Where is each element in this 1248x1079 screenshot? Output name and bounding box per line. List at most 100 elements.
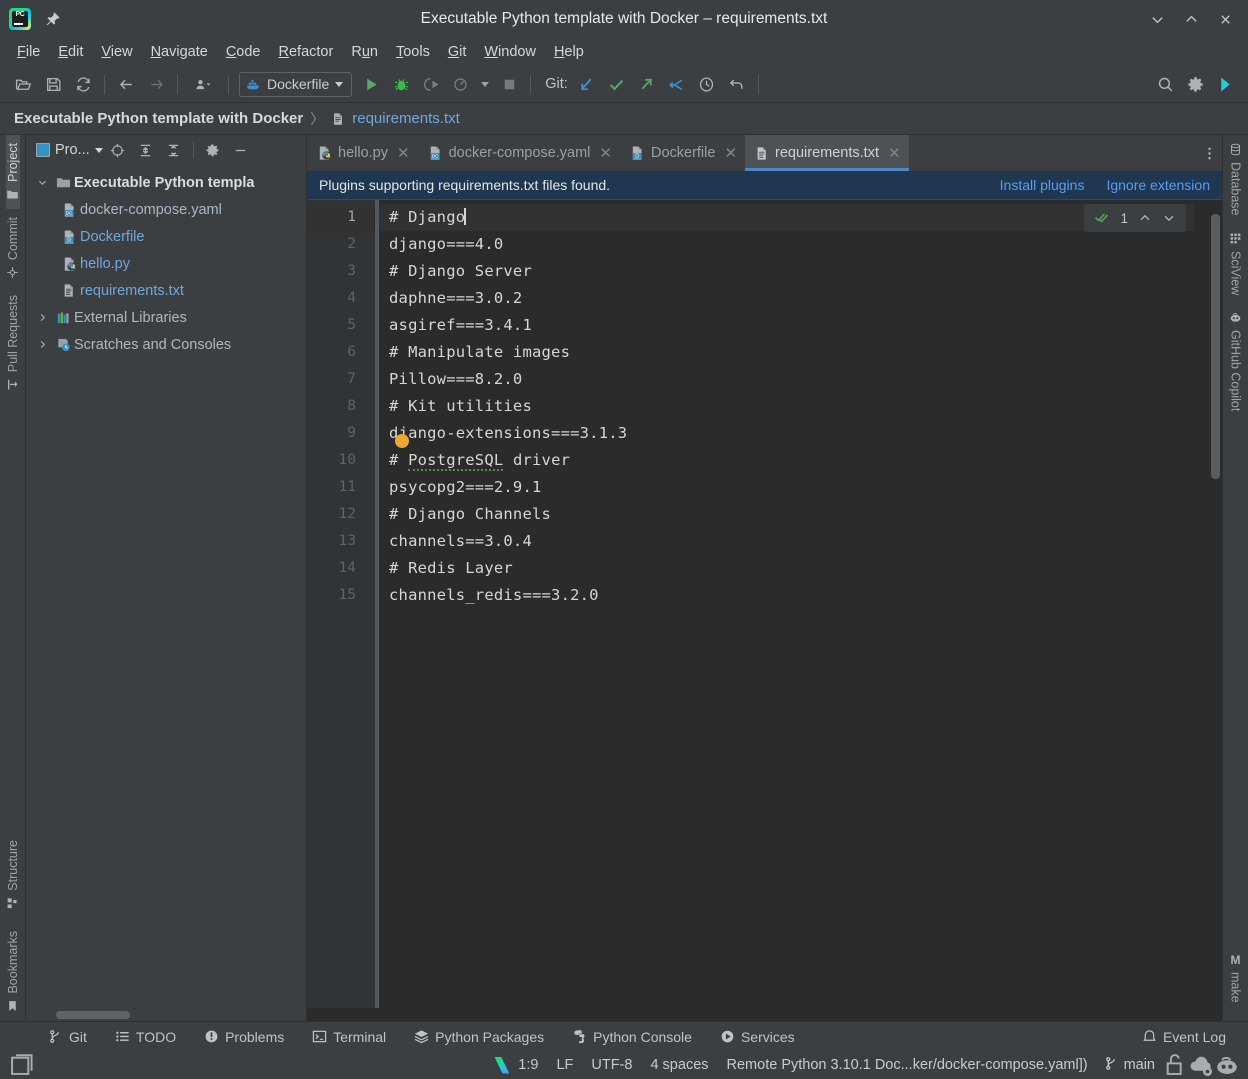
tab-requirements-txt[interactable]: requirements.txt ✕ [745, 135, 909, 171]
menu-refactor[interactable]: Refactor [270, 41, 343, 63]
tab-dockerfile[interactable]: D Dockerfile ✕ [620, 135, 745, 171]
code-text[interactable]: # Django django===4.0 # Django Server da… [379, 200, 1222, 1021]
menu-file[interactable]: File [8, 41, 49, 63]
tool-window-event-log[interactable]: Event Log [1128, 1029, 1248, 1045]
install-plugins-link[interactable]: Install plugins [1000, 177, 1085, 193]
collapse-all-icon[interactable] [161, 138, 187, 162]
arrow-left-icon[interactable] [111, 71, 141, 97]
chevron-right-icon[interactable] [32, 312, 52, 323]
code-line[interactable]: # Redis Layer [379, 555, 1222, 582]
tree-row-requirements-txt[interactable]: requirements.txt [26, 277, 306, 304]
run-with-coverage-icon[interactable] [416, 71, 446, 97]
menu-tools[interactable]: Tools [387, 41, 439, 63]
error-stripe[interactable] [1194, 200, 1208, 1021]
code-line[interactable]: channels_redis===3.2.0 [379, 582, 1222, 609]
select-opened-file-icon[interactable] [105, 138, 131, 162]
debug-bug-icon[interactable] [386, 71, 416, 97]
chevron-down-icon[interactable] [476, 71, 494, 97]
tab-docker-compose-yaml[interactable]: DC docker-compose.yaml ✕ [418, 135, 620, 171]
tree-row-dockerfile[interactable]: D Dockerfile [26, 223, 306, 250]
breadcrumb-project[interactable]: Executable Python template with Docker [14, 110, 303, 127]
copilot-status-icon[interactable] [1214, 1052, 1240, 1078]
sidebar-item-project[interactable]: Project [5, 135, 20, 209]
editor-horizontal-scrollbar[interactable] [307, 1008, 1208, 1021]
menu-git[interactable]: Git [439, 41, 476, 63]
sidebar-item-pull-requests[interactable]: Pull Requests [6, 287, 20, 399]
code-line[interactable]: # Django Server [379, 258, 1222, 285]
tree-row-root[interactable]: Executable Python templa [26, 169, 306, 196]
menu-edit[interactable]: Edit [49, 41, 92, 63]
tree-row-external-libraries[interactable]: External Libraries [26, 304, 306, 331]
code-line[interactable]: psycopg2===2.9.1 [379, 474, 1222, 501]
run-play-icon[interactable] [356, 71, 386, 97]
sidebar-item-structure[interactable]: Structure [6, 832, 20, 918]
code-line[interactable]: daphne===3.0.2 [379, 285, 1222, 312]
sidebar-item-github-copilot[interactable]: GitHub Copilot [1229, 303, 1243, 419]
git-push-icon[interactable] [632, 71, 662, 97]
close-icon[interactable] [1208, 2, 1242, 36]
tool-window-git[interactable]: Git [34, 1029, 101, 1045]
chevron-down-icon[interactable] [32, 177, 52, 188]
menu-code[interactable]: Code [217, 41, 270, 63]
project-panel-title[interactable]: Pro... [36, 142, 103, 158]
gear-icon[interactable] [1180, 71, 1210, 97]
chevron-right-icon[interactable] [32, 339, 52, 350]
code-line[interactable]: django===4.0 [379, 231, 1222, 258]
tool-window-python-packages[interactable]: Python Packages [400, 1029, 558, 1045]
breadcrumb-file[interactable]: requirements.txt [352, 110, 460, 127]
sidebar-item-sciview[interactable]: SciView [1229, 224, 1243, 303]
menu-view[interactable]: View [92, 41, 141, 63]
tree-row-scratches[interactable]: Scratches and Consoles [26, 331, 306, 358]
sidebar-item-database[interactable]: Database [1229, 135, 1243, 224]
save-icon[interactable] [38, 71, 68, 97]
close-icon[interactable]: ✕ [888, 144, 901, 162]
maximize-icon[interactable] [1174, 2, 1208, 36]
tool-window-services[interactable]: Services [706, 1029, 809, 1045]
pin-icon[interactable] [45, 11, 61, 27]
tool-window-problems[interactable]: Problems [190, 1029, 298, 1045]
indent-setting[interactable]: 4 spaces [641, 1057, 717, 1073]
project-horizontal-scrollbar[interactable] [26, 1009, 306, 1021]
code-line[interactable]: asgiref===3.4.1 [379, 312, 1222, 339]
line-separator[interactable]: LF [547, 1057, 582, 1073]
scrollbar-thumb[interactable] [1211, 214, 1220, 479]
close-icon[interactable]: ✕ [599, 144, 612, 162]
python-interpreter[interactable]: Remote Python 3.10.1 Doc...ker/docker-co… [718, 1057, 1097, 1073]
code-line[interactable]: # Django Channels [379, 501, 1222, 528]
inspection-widget[interactable]: 1 [1084, 204, 1186, 232]
code-line[interactable]: # PostgreSQL driver [379, 447, 1222, 474]
open-folder-icon[interactable] [8, 71, 38, 97]
code-line[interactable]: Pillow===8.2.0 [379, 366, 1222, 393]
ide-assistant-icon[interactable] [1210, 71, 1240, 97]
scrollbar-thumb[interactable] [56, 1011, 130, 1019]
code-line[interactable]: # Kit utilities [379, 393, 1222, 420]
sidebar-item-commit[interactable]: Commit [6, 209, 20, 287]
close-icon[interactable]: ✕ [397, 144, 410, 162]
toggle-toolwindows-icon[interactable] [8, 1052, 34, 1078]
caret-position[interactable]: 1:9 [509, 1057, 547, 1073]
tab-hello-py[interactable]: hello.py ✕ [307, 135, 418, 171]
search-everywhere-icon[interactable] [1150, 71, 1180, 97]
sidebar-item-make[interactable]: M make [1229, 945, 1243, 1021]
profile-icon[interactable] [446, 71, 476, 97]
refresh-icon[interactable] [68, 71, 98, 97]
close-icon[interactable]: ✕ [724, 144, 737, 162]
tool-window-terminal[interactable]: Terminal [298, 1029, 400, 1045]
chevron-up-icon[interactable] [1138, 211, 1152, 225]
line-number-gutter[interactable]: 1 2 3 4 5 6 7 8 9 10 11 12 13 14 15 [307, 200, 379, 1021]
expand-all-icon[interactable] [133, 138, 159, 162]
user-profile-icon[interactable] [184, 71, 222, 97]
hide-panel-icon[interactable] [228, 138, 254, 162]
menu-run[interactable]: Run [342, 41, 387, 63]
menu-window[interactable]: Window [475, 41, 545, 63]
minimize-icon[interactable] [1140, 2, 1174, 36]
gear-icon[interactable] [200, 138, 226, 162]
run-configuration-selector[interactable]: Dockerfile [239, 71, 353, 97]
tree-row-hello-py[interactable]: hello.py [26, 250, 306, 277]
more-options-icon[interactable] [1196, 135, 1222, 171]
cloud-settings-icon[interactable] [1188, 1052, 1214, 1078]
tree-row-docker-compose[interactable]: DC docker-compose.yaml [26, 196, 306, 223]
code-editor[interactable]: 1 2 3 4 5 6 7 8 9 10 11 12 13 14 15 # Dj… [307, 200, 1222, 1021]
ignore-extension-link[interactable]: Ignore extension [1106, 177, 1210, 193]
tool-window-todo[interactable]: TODO [101, 1029, 190, 1045]
